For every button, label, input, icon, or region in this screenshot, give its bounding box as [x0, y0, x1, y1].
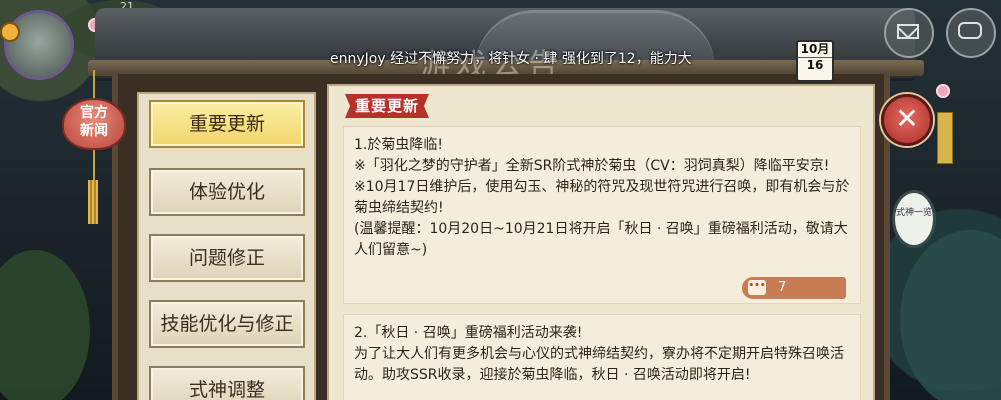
comment-count: 7	[778, 280, 787, 295]
article-card: 2.「秋日 · 召唤」重磅福利活动来袭! 为了让大人们有更多机会与心仪的式神缔结…	[343, 314, 861, 400]
calendar-day: 16	[806, 58, 824, 72]
blossom	[936, 84, 950, 98]
mail-icon	[897, 24, 919, 39]
comment-button[interactable]: ••• 7	[742, 277, 846, 299]
chat-button[interactable]	[946, 8, 996, 58]
lantern-line-1: 官方	[80, 105, 108, 121]
mail-button[interactable]	[884, 8, 934, 58]
article-heading: 1.於菊虫降临!	[354, 137, 443, 153]
chat-icon	[958, 22, 982, 39]
close-button[interactable]: ✕	[881, 94, 933, 146]
avatar[interactable]	[4, 10, 74, 80]
foliage	[900, 230, 1001, 400]
game-scene: 21 游戏公告 ennyJoy 经过不懈努力，将针女 · 肆 强化到了12，能力…	[0, 0, 1001, 400]
close-icon: ✕	[895, 102, 919, 135]
lantern-line-2: 新闻	[80, 123, 108, 139]
calendar-icon[interactable]: 10月 16	[796, 40, 834, 82]
tab-experience-optimization[interactable]: 体验优化	[149, 168, 305, 216]
tab-bug-fixes[interactable]: 问题修正	[149, 234, 305, 282]
article-heading: 2.「秋日 · 召唤」重磅福利活动来袭!	[354, 325, 583, 341]
pendant-icon	[937, 112, 953, 164]
article-line: 为了让大人们有更多机会与心仪的式神缔结契约，寮办将不定期开启特殊召唤活动。助攻S…	[354, 346, 844, 383]
notification-dot-icon	[0, 22, 20, 42]
broadcast-marquee: ennyJoy 经过不懈努力，将针女 · 肆 强化到了12，能力大	[330, 51, 692, 67]
article-line: (温馨提醒：10月20日~10月21日将开启「秋日 · 召唤」重磅福利活动，敬请…	[354, 221, 848, 258]
foliage	[0, 250, 90, 400]
tab-shikigami-adjustment[interactable]: 式神调整	[149, 366, 305, 400]
official-news-lantern[interactable]: 官方 新闻	[62, 98, 126, 150]
tab-important-updates[interactable]: 重要更新	[149, 100, 305, 148]
tab-skill-optimization[interactable]: 技能优化与修正	[149, 300, 305, 348]
section-title: 重要更新	[345, 94, 429, 118]
comment-icon: •••	[748, 280, 766, 295]
article-line: ※「羽化之梦的守护者」全新SR阶式神於菊虫（CV：羽饲真梨）降临平安京!	[354, 158, 830, 174]
calendar-month: 10月	[798, 42, 832, 58]
announcement-content[interactable]: 重要更新 1.於菊虫降临! ※「羽化之梦的守护者」全新SR阶式神於菊虫（CV：羽…	[327, 84, 875, 400]
article-line: ※10月17日维护后，使用勾玉、神秘的符咒及现世符咒进行召唤，即有机会与於菊虫缔…	[354, 179, 850, 216]
tassel-icon	[88, 180, 98, 224]
category-nav: 重要更新 体验优化 问题修正 技能优化与修正 式神调整	[137, 92, 316, 400]
article-card: 1.於菊虫降临! ※「羽化之梦的守护者」全新SR阶式神於菊虫（CV：羽饲真梨）降…	[343, 126, 861, 304]
shikigami-scroll[interactable]: 式神一览	[892, 190, 936, 248]
